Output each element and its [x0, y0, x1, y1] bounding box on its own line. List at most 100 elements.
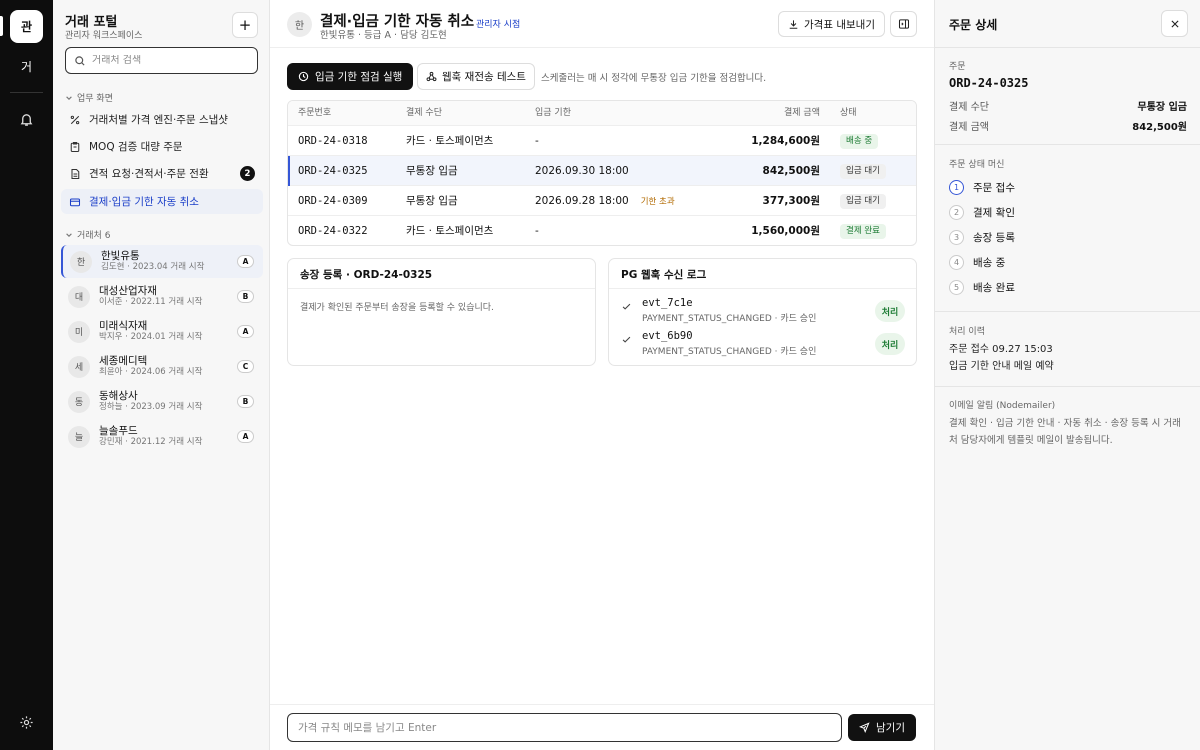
orders-table: 주문번호 결제 수단 입금 기한 결제 금액 상태 ORD-24-0318 카드… [287, 100, 917, 246]
rail-workspace-customer[interactable]: 거 [10, 50, 43, 83]
page-subtitle: 한빛유통 · 등급 A · 담당 김도현 [320, 30, 447, 41]
avatar: 대 [68, 285, 90, 308]
memo-field[interactable] [287, 713, 842, 742]
customer-item[interactable]: 늘 늘솔푸드 강민재 · 2021.12 거래 시작 A [61, 420, 263, 453]
grade-badge: C [237, 360, 254, 373]
search-icon [75, 55, 85, 66]
customer-meta: 정하늘 · 2023.09 거래 시작 [99, 402, 203, 412]
avatar: 한 [70, 250, 92, 273]
nav-quote-conversion[interactable]: 견적 요청·견적서·주문 전환 2 [61, 161, 263, 186]
submit-memo-button[interactable]: 남기기 [848, 714, 916, 741]
grade-badge: B [237, 395, 254, 408]
step-label: 주문 접수 [973, 181, 1015, 194]
chevron-down-icon [66, 95, 72, 100]
payment-amount-row: 결제 금액 842,500원 [949, 118, 1187, 133]
customer-name: 미래식자재 [99, 320, 148, 332]
rail-active-indicator [0, 16, 3, 36]
history-label: 처리 이력 [949, 327, 985, 337]
footer-divider [270, 704, 934, 705]
payment-deadline: 2026.09.30 18:00 [535, 156, 629, 186]
bell-icon[interactable] [17, 110, 36, 129]
percent-icon [68, 113, 82, 127]
payment-amount: 842,500원 [762, 165, 820, 177]
panel-divider [935, 386, 1200, 387]
customer-item[interactable]: 동 동해상사 정하늘 · 2023.09 거래 시작 B [61, 385, 263, 418]
payment-method-row: 결제 수단 무통장 입금 [949, 98, 1187, 113]
button-label: 입금 기한 점검 실행 [315, 71, 403, 83]
panel-divider [935, 47, 1200, 48]
nav-payment-auto-cancel[interactable]: 결제·입금 기한 자동 취소 [61, 189, 263, 214]
status-badge: 입금 대기 [840, 164, 886, 179]
invoice-card: 송장 등록 · ORD-24-0325 결제가 확인된 주문부터 송장을 등록할… [287, 258, 596, 366]
plus-icon: + [238, 16, 252, 34]
order-id: ORD-24-0318 [298, 135, 368, 147]
webhook-icon [426, 71, 437, 82]
avatar: 미 [68, 320, 90, 343]
card-title: 송장 등록 · ORD-24-0325 [300, 269, 433, 281]
step-number: 4 [949, 254, 964, 270]
button-label: 남기기 [876, 722, 905, 734]
section-work-screens[interactable]: 업무 화면 [65, 91, 113, 104]
step-label: 송장 등록 [973, 231, 1015, 244]
customer-item[interactable]: 대 대성산업자재 이서준 · 2022.11 거래 시작 B [61, 280, 263, 313]
step-number: 1 [949, 179, 964, 195]
grade-badge: A [237, 255, 254, 268]
column-header: 주문번호 [298, 108, 332, 118]
add-customer-button[interactable]: + [232, 12, 258, 38]
export-price-list-button[interactable]: 가격표 내보내기 [778, 11, 885, 37]
customer-search-input[interactable] [92, 55, 252, 66]
webhook-log-card: PG 웹훅 수신 로그 evt_7c1e PAYMENT_STATUS_CHAN… [608, 258, 917, 366]
customer-item[interactable]: 한 한빛유통 김도현 · 2023.04 거래 시작 A [61, 245, 263, 278]
run-deadline-check-button[interactable]: 입금 기한 점검 실행 [287, 63, 414, 90]
document-icon [68, 167, 82, 181]
order-id: ORD-24-0325 [949, 76, 1029, 90]
button-label: 가격표 내보내기 [804, 18, 875, 31]
payment-amount: 1,284,600원 [751, 135, 820, 147]
customer-meta: 이서준 · 2022.11 거래 시작 [99, 297, 203, 307]
table-row[interactable]: ORD-24-0318 카드 · 토스페이먼츠 - 1,284,600원 배송 … [288, 126, 916, 156]
check-icon [622, 303, 631, 310]
deadline-value: - [535, 135, 539, 147]
table-row[interactable]: ORD-24-0322 카드 · 토스페이먼츠 - 1,560,000원 결제 … [288, 216, 916, 245]
avatar: 늘 [68, 425, 90, 448]
payment-method: 카드 · 토스페이먼츠 [406, 225, 494, 237]
card-divider [288, 288, 595, 289]
nav-label: MOQ 검증 대량 주문 [89, 141, 183, 153]
deadline-value: 2026.09.30 18:00 [535, 165, 629, 177]
event-id: evt_6b90 [642, 330, 693, 342]
close-panel-button[interactable] [1161, 10, 1188, 37]
state-machine-label: 주문 상태 머신 [949, 160, 1005, 170]
customer-item[interactable]: 세 세종메디텍 최윤아 · 2024.06 거래 시작 C [61, 350, 263, 383]
event-desc: PAYMENT_STATUS_CHANGED · 카드 승인 [642, 314, 817, 324]
avatar: 한 [287, 12, 312, 37]
customer-search-field[interactable] [65, 47, 258, 74]
nav-moq-order[interactable]: MOQ 검증 대량 주문 [61, 134, 263, 159]
column-header: 결제 수단 [406, 108, 442, 118]
nav-label: 결제·입금 기한 자동 취소 [89, 196, 199, 208]
rail-workspace-admin[interactable]: 관 [10, 10, 43, 43]
nav-price-engine[interactable]: 거래처별 가격 엔진·주문 스냅샷 [61, 107, 263, 132]
nav-count-badge: 2 [240, 166, 255, 181]
customer-meta: 김도현 · 2023.04 거래 시작 [101, 262, 205, 272]
table-row[interactable]: ORD-24-0309 무통장 입금 2026.09.28 18:00 기한 초과… [288, 186, 916, 216]
download-icon [789, 19, 798, 29]
payment-method: 무통장 입금 [406, 195, 458, 207]
kv-value: 842,500원 [1132, 122, 1187, 133]
webhook-resend-test-button[interactable]: 웹훅 재전송 테스트 [417, 63, 535, 90]
step-number: 3 [949, 229, 964, 245]
table-row[interactable]: ORD-24-0325 무통장 입금 2026.09.30 18:00 842,… [288, 156, 916, 186]
section-customers[interactable]: 거래처 6 [65, 228, 110, 241]
card-title: PG 웹훅 수신 로그 [621, 269, 707, 281]
log-item: evt_7c1e PAYMENT_STATUS_CHANGED · 카드 승인 … [621, 297, 905, 331]
column-header: 상태 [840, 108, 857, 118]
customer-meta: 박지우 · 2024.01 거래 시작 [99, 332, 203, 342]
settings-gear-icon[interactable] [19, 715, 34, 733]
order-label: 주문 [949, 62, 966, 72]
app-rail: 관 거 [0, 0, 53, 750]
customer-item[interactable]: 미 미래식자재 박지우 · 2024.01 거래 시작 A [61, 315, 263, 348]
toggle-panel-button[interactable] [890, 11, 917, 37]
state-step: 4 배송 중 [949, 253, 1005, 271]
event-desc: PAYMENT_STATUS_CHANGED · 카드 승인 [642, 347, 817, 357]
memo-input[interactable] [298, 721, 828, 734]
history-entry: 주문 접수 09.27 15:03 [949, 344, 1053, 355]
